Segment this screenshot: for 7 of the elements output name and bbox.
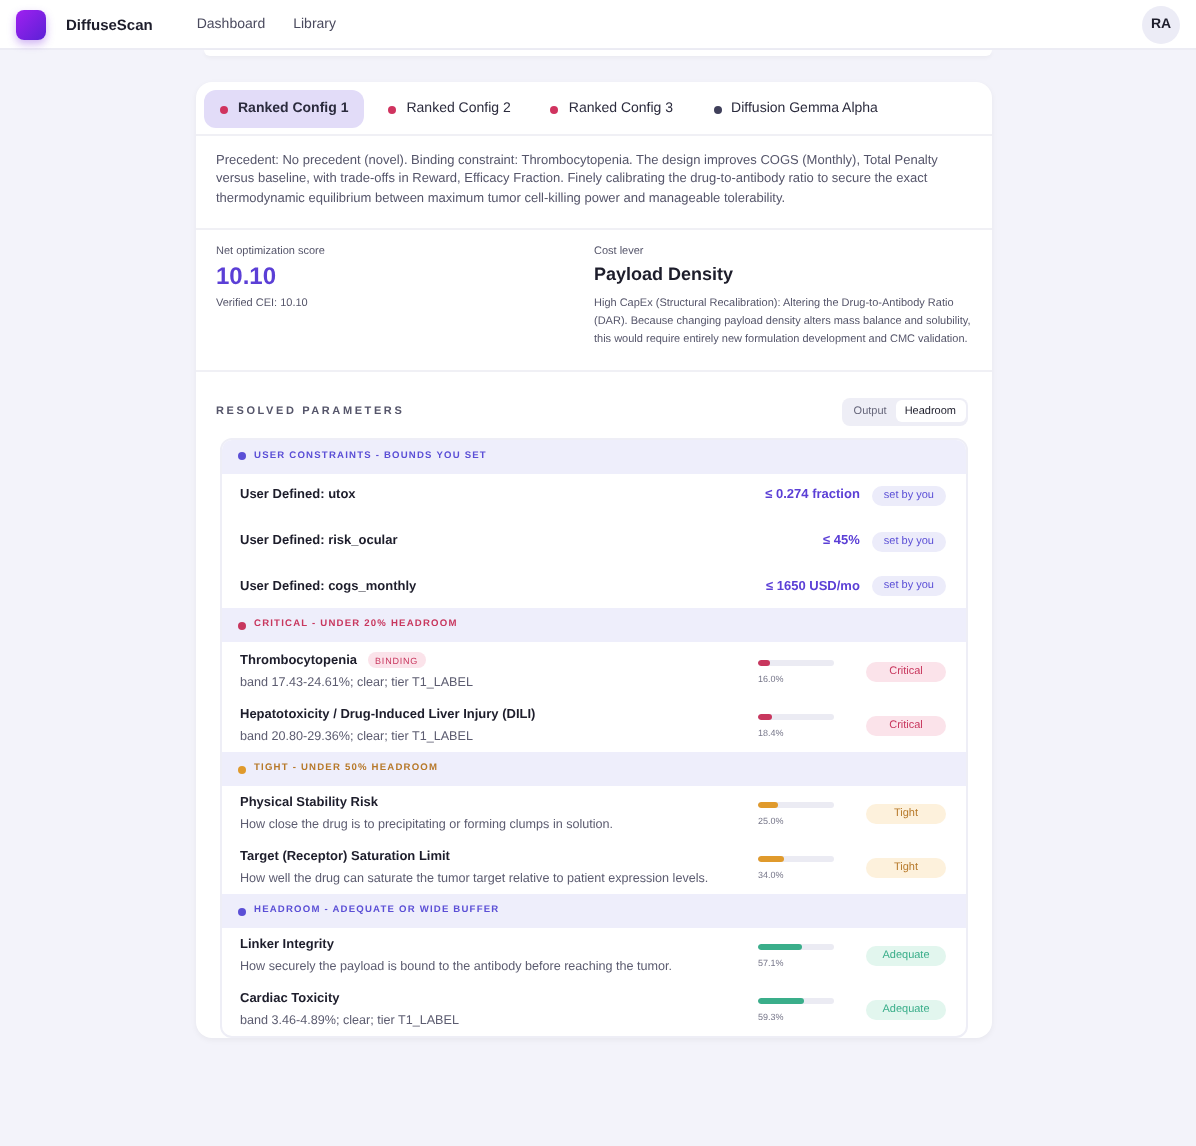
group-dot [238, 907, 246, 916]
lever-title: Payload Density [594, 264, 736, 285]
group-dot [238, 452, 246, 461]
group-dot [238, 765, 246, 774]
score-value: 10.10 [216, 262, 279, 291]
logo-icon [16, 9, 46, 39]
group-dot [238, 621, 246, 630]
